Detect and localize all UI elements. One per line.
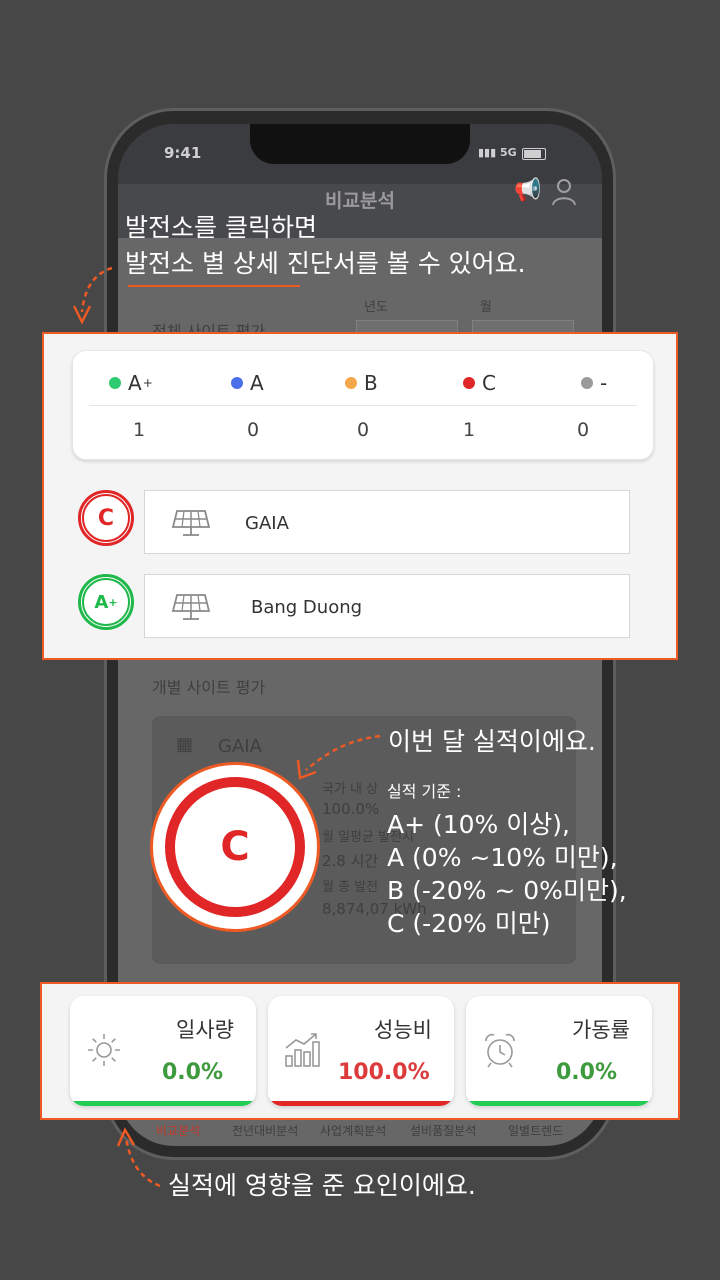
battery-icon xyxy=(522,148,546,160)
monthly-grade-ring: C xyxy=(165,777,305,917)
notch xyxy=(250,124,470,164)
factor-metrics-panel: 일사량 0.0% 성능비 100.0% 가동률 0.0% xyxy=(40,982,680,1120)
metric-value: 0.0% xyxy=(556,1060,618,1085)
grade-count-a: 0 xyxy=(246,419,260,441)
status-time: 9:41 xyxy=(164,144,202,162)
grade-dot-c xyxy=(463,377,475,389)
criteria-b: B (-20% ~ 0%미만), xyxy=(387,876,627,905)
click-plant-callout: 발전소를 클릭하면 발전소 별 상세 진단서를 볼 수 있어요. xyxy=(125,210,526,282)
criteria-title: 실적 기준 : xyxy=(387,782,462,801)
badge-inner-ring: A + xyxy=(82,578,130,626)
click-callout-line1: 발전소를 클릭하면 xyxy=(125,213,317,242)
solar-panel-icon xyxy=(171,510,211,536)
grade-label-aplus: A + xyxy=(109,371,153,395)
metric-label: 가동률 xyxy=(572,1018,630,1042)
bar-chart-icon xyxy=(285,1033,320,1067)
grade-dot-b xyxy=(345,377,357,389)
criteria-list: A+ (10% 이상), A (0% ~10% 미만), B (-20% ~ 0… xyxy=(387,808,627,940)
site-grade-badge-aplus: A + xyxy=(78,574,134,630)
user-icon[interactable] xyxy=(552,178,576,206)
detail-solar-icon: ▦ xyxy=(176,734,194,755)
month-performance-callout: 이번 달 실적이에요. xyxy=(388,727,596,756)
tab-plan[interactable]: 사업계획분석 xyxy=(320,1122,386,1139)
year-label: 년도 xyxy=(364,300,388,315)
metric-card-irradiance[interactable]: 일사량 0.0% xyxy=(70,996,256,1106)
grade-label-none: - xyxy=(581,371,607,395)
grade-count-c: 1 xyxy=(462,419,476,441)
grade-label-b: B xyxy=(345,371,378,395)
grade-count-b: 0 xyxy=(356,419,370,441)
grade-dot-none xyxy=(581,377,593,389)
month-label: 월 xyxy=(480,300,492,315)
stat-daily-hours-value: 2.8 시간 xyxy=(322,852,379,870)
tab-yoy[interactable]: 전년대비분석 xyxy=(232,1122,298,1139)
metric-label: 일사량 xyxy=(176,1018,234,1042)
site-name: Bang Duong xyxy=(251,597,363,618)
grade-count-box: A + A B C - 1 0 0 1 0 xyxy=(72,350,654,460)
grade-dot-aplus xyxy=(109,377,121,389)
metric-value: 0.0% xyxy=(162,1060,224,1085)
stat-total-label: 월 총 발전 xyxy=(322,880,379,895)
tab-quality[interactable]: 설비품질분석 xyxy=(410,1122,476,1139)
grade-divider xyxy=(89,405,637,406)
site-row-bang-duong[interactable]: Bang Duong xyxy=(144,574,630,638)
grade-count-none: 0 xyxy=(576,419,590,441)
metric-status-bar xyxy=(466,1101,652,1106)
stat-national-value: 100.0% xyxy=(322,800,380,818)
tab-compare[interactable]: 비교분석 xyxy=(156,1122,200,1139)
grade-label-c: C xyxy=(463,371,496,395)
signal-indicator: ▮▮▮ 5G xyxy=(478,146,517,159)
metric-card-availability[interactable]: 가동률 0.0% xyxy=(466,996,652,1106)
criteria-a: A (0% ~10% 미만), xyxy=(387,843,618,872)
individual-eval-label: 개별 사이트 평가 xyxy=(152,678,266,697)
click-callout-line2: 발전소 별 상세 진단서를 볼 수 있어요. xyxy=(125,249,526,278)
monthly-grade-badge: C xyxy=(150,762,320,932)
metric-card-performance-ratio[interactable]: 성능비 100.0% xyxy=(268,996,454,1106)
alarm-clock-icon xyxy=(485,1033,515,1068)
criteria-c: C (-20% 미만) xyxy=(387,909,551,938)
metric-label: 성능비 xyxy=(374,1018,432,1042)
site-row-gaia[interactable]: GAIA xyxy=(144,490,630,554)
metric-status-bar xyxy=(268,1101,454,1106)
metric-status-bar xyxy=(70,1101,256,1106)
stat-national: 국가 내 상 xyxy=(322,782,379,797)
criteria-aplus: A+ (10% 이상), xyxy=(387,810,570,839)
grade-dot-a xyxy=(231,377,243,389)
grade-count-aplus: 1 xyxy=(132,419,146,441)
grade-label-a: A xyxy=(231,371,264,395)
factors-callout: 실적에 영향을 준 요인이에요. xyxy=(168,1171,476,1200)
solar-panel-icon xyxy=(171,594,211,620)
megaphone-icon[interactable]: 📢 xyxy=(514,178,541,203)
tab-daily-trend[interactable]: 일별트렌드 xyxy=(508,1122,563,1139)
site-grade-badge-c: C xyxy=(78,490,134,546)
grade-summary-panel: A + A B C - 1 0 0 1 0 C GAIA A + Bang Du… xyxy=(42,332,678,660)
detail-site-name: GAIA xyxy=(218,736,262,757)
sun-icon xyxy=(88,1034,120,1066)
metric-value: 100.0% xyxy=(338,1060,430,1085)
site-name: GAIA xyxy=(245,513,289,534)
badge-inner-ring: C xyxy=(82,494,130,542)
